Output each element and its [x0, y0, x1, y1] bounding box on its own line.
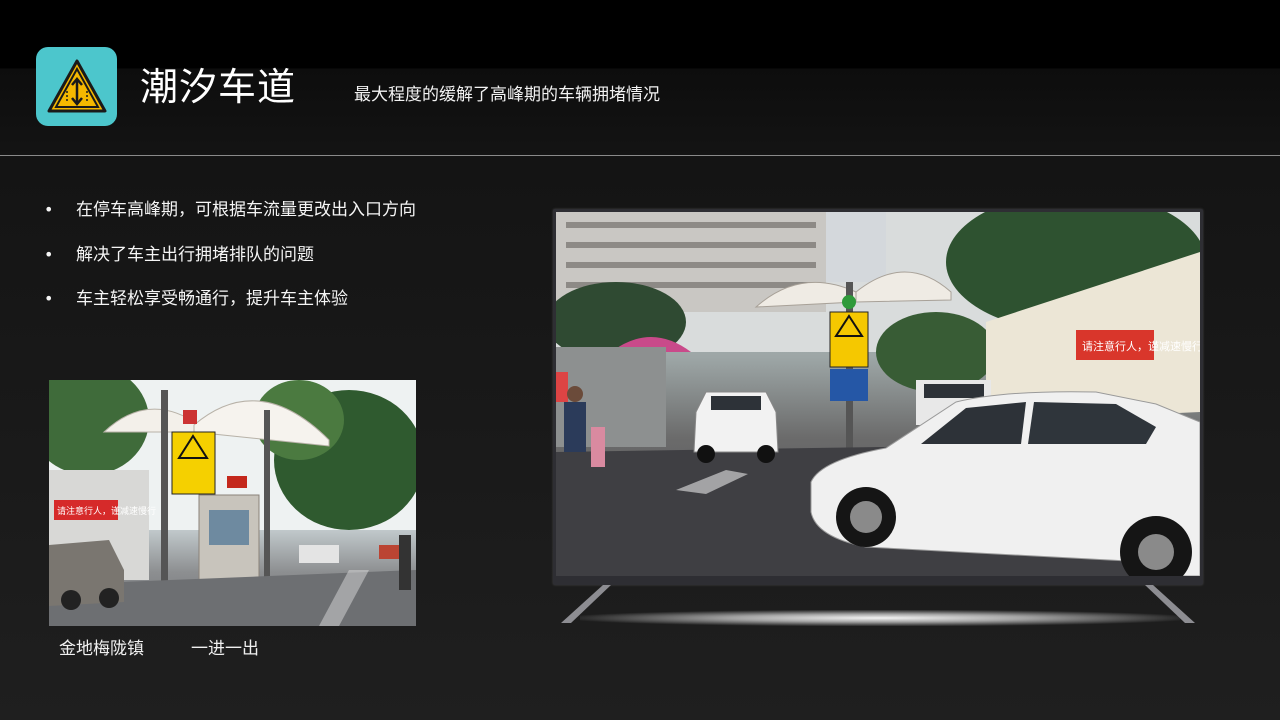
tv-floor-glow	[580, 610, 1180, 626]
tidal-lane-warning-icon	[47, 59, 106, 112]
wall-banner-text: 请注意行人，谨减速慢行	[57, 505, 156, 517]
app-icon	[36, 47, 117, 126]
feature-item: 在停车高峰期，可根据车流量更改出入口方向	[44, 198, 416, 222]
photo-caption-location: 金地梅陇镇	[59, 639, 144, 659]
page-subtitle: 最大程度的缓解了高峰期的车辆拥堵情况	[354, 85, 660, 105]
page-title: 潮汐车道	[140, 65, 297, 109]
parking-entrance-illustration: 请注意行人，谨减速慢行	[49, 380, 416, 626]
parking-entrance-photo: 请注意行人，谨减速慢行	[49, 380, 416, 626]
header-divider	[0, 155, 1280, 156]
wall-banner-text: 请注意行人，谨减速慢行	[1082, 339, 1200, 353]
feature-item: 解决了车主出行拥堵排队的问题	[44, 243, 416, 267]
feature-list: 在停车高峰期，可根据车流量更改出入口方向 解决了车主出行拥堵排队的问题 车主轻松…	[44, 198, 416, 332]
tidal-lane-entrance-illustration: 请注意行人，谨减速慢行	[556, 212, 1200, 576]
tv-screen-photo: 请注意行人，谨减速慢行	[556, 212, 1200, 576]
photo-caption-mode: 一进一出	[191, 639, 259, 659]
feature-item: 车主轻松享受畅通行，提升车主体验	[44, 287, 416, 311]
